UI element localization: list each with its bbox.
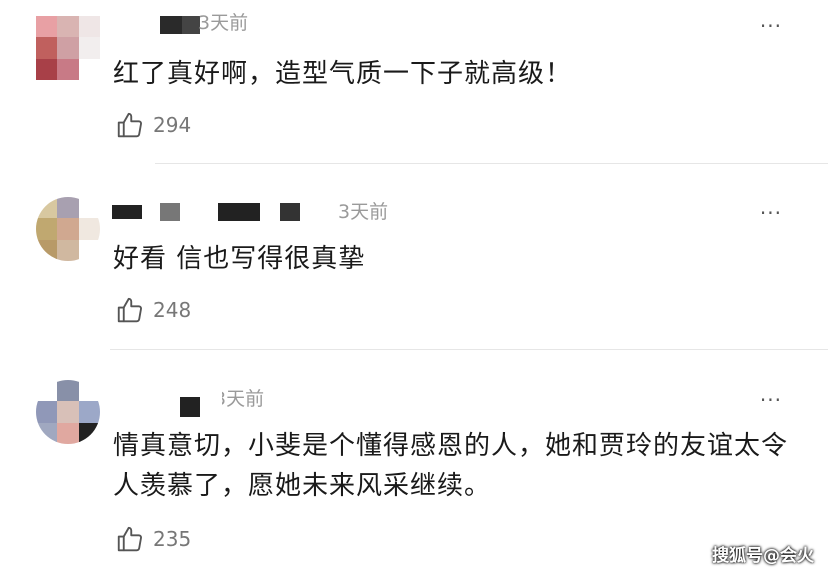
comment-time: 3天前: [198, 12, 249, 34]
more-options-icon[interactable]: ···: [760, 16, 782, 36]
like-button[interactable]: 235: [115, 524, 191, 554]
like-count: 294: [153, 113, 192, 137]
comment-time: 3天前: [214, 388, 265, 410]
more-options-icon[interactable]: ···: [760, 390, 782, 410]
comment-item: 3天前 ··· 红了真好啊，造型气质一下子就高级！ 294: [0, 0, 828, 165]
thumbs-up-icon: [117, 297, 142, 323]
comment-time: 3天前: [338, 201, 389, 223]
username-redacted[interactable]: [180, 396, 200, 418]
thumbs-up-icon: [117, 112, 142, 138]
more-options-icon[interactable]: ···: [760, 203, 782, 223]
username-redacted[interactable]: [138, 14, 200, 36]
comment-text: 好看 信也写得很真挚: [113, 244, 366, 274]
avatar[interactable]: [36, 197, 100, 261]
comment-text: 红了真好啊，造型气质一下子就高级！: [113, 59, 573, 89]
thumbs-up-icon: [117, 526, 142, 552]
comment-text: 情真意切，小斐是个懂得感恩的人，她和贾玲的友谊太令人羡慕了，愿她未来风采继续。: [113, 431, 789, 501]
avatar[interactable]: [36, 380, 100, 444]
like-button[interactable]: 248: [115, 295, 191, 325]
watermark: 搜狐号@会火: [712, 546, 814, 566]
like-button[interactable]: 294: [115, 110, 191, 140]
avatar[interactable]: [36, 16, 100, 80]
username-redacted[interactable]: [112, 201, 300, 223]
like-count: 235: [153, 527, 192, 551]
like-count: 248: [153, 298, 192, 322]
comment-item: 3天前 ··· 情真意切，小斐是个懂得感恩的人，她和贾玲的友谊太令人羡慕了，愿她…: [0, 350, 828, 578]
divider: [155, 163, 828, 164]
comment-item: 3天前 ··· 好看 信也写得很真挚 248: [0, 165, 828, 350]
